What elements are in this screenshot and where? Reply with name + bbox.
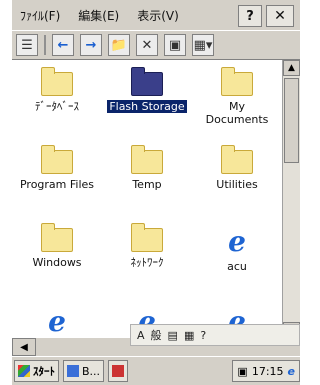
ime-tool-icon[interactable]: ▦ bbox=[184, 329, 194, 342]
item-label: Utilities bbox=[216, 178, 258, 191]
database-folder-icon bbox=[41, 67, 73, 96]
ime-help-icon[interactable]: ? bbox=[200, 329, 206, 342]
list-item[interactable]: Program Files bbox=[17, 145, 97, 191]
list-item[interactable]: Flash Storage bbox=[107, 67, 187, 113]
list-item[interactable]: Utilities bbox=[197, 145, 277, 191]
views-icon[interactable]: ▦▾ bbox=[192, 34, 214, 56]
network-folder-icon bbox=[131, 223, 163, 252]
folder-icon bbox=[41, 223, 73, 252]
ime-dictionary-icon[interactable]: ▤ bbox=[168, 329, 178, 342]
list-item[interactable]: ﾃﾞｰﾀﾍﾞｰｽ bbox=[17, 67, 97, 113]
folder-icon bbox=[131, 145, 163, 174]
view-icon[interactable]: ☰ bbox=[16, 34, 38, 56]
flash-storage-icon bbox=[131, 67, 163, 96]
item-label: Flash Storage bbox=[107, 100, 187, 113]
explorer-window: ﾌｧｲﾙ(F) 編集(E) 表示(V) ? ✕ ☰ ← → 📁 ✕ ▣ ▦▾ ﾃ… bbox=[12, 0, 300, 385]
scroll-up-icon[interactable]: ▲ bbox=[283, 60, 300, 76]
item-label: Program Files bbox=[19, 178, 95, 191]
file-list: ﾃﾞｰﾀﾍﾞｰｽ Flash Storage My Documents Prog… bbox=[12, 60, 282, 338]
item-label: acu bbox=[227, 260, 247, 273]
item-label: Temp bbox=[132, 178, 162, 191]
task-button[interactable] bbox=[108, 360, 129, 382]
properties-icon[interactable]: ▣ bbox=[164, 34, 186, 56]
scroll-thumb[interactable] bbox=[284, 78, 299, 163]
network-icon[interactable]: ▣ bbox=[237, 365, 247, 378]
start-button[interactable]: ｽﾀｰﾄ bbox=[14, 360, 59, 382]
internet-explorer-icon: e bbox=[228, 225, 246, 258]
menu-view[interactable]: 表示(V) bbox=[137, 7, 179, 24]
task-label: B... bbox=[82, 364, 101, 378]
vertical-scrollbar[interactable]: ▲ ▼ bbox=[282, 60, 300, 338]
forward-icon[interactable]: → bbox=[80, 34, 102, 56]
list-item[interactable]: e acu bbox=[197, 225, 277, 274]
ie-tray-icon[interactable]: e bbox=[288, 365, 295, 378]
item-label: ﾈｯﾄﾜｰｸ bbox=[130, 256, 164, 269]
up-folder-icon[interactable]: 📁 bbox=[108, 34, 130, 56]
help-button[interactable]: ? bbox=[238, 5, 262, 27]
ime-mode[interactable]: A bbox=[137, 329, 145, 342]
menu-bar: ﾌｧｲﾙ(F) 編集(E) 表示(V) ? ✕ bbox=[12, 0, 300, 30]
delete-icon[interactable]: ✕ bbox=[136, 34, 158, 56]
ime-toolbar: A 般 ▤ ▦ ? bbox=[130, 324, 300, 346]
toolbar-separator bbox=[44, 35, 46, 55]
item-label: ﾃﾞｰﾀﾍﾞｰｽ bbox=[35, 100, 79, 113]
list-item[interactable]: My Documents bbox=[197, 67, 277, 126]
scroll-left-icon[interactable]: ◀ bbox=[12, 338, 36, 356]
menu-file[interactable]: ﾌｧｲﾙ(F) bbox=[20, 7, 60, 24]
folder-icon bbox=[221, 67, 253, 96]
ime-kana[interactable]: 般 bbox=[151, 327, 162, 343]
taskbar: ｽﾀｰﾄ B... ▣ 17:15 e bbox=[12, 356, 300, 385]
toolbar: ☰ ← → 📁 ✕ ▣ ▦▾ bbox=[12, 30, 300, 60]
system-tray: ▣ 17:15 e bbox=[232, 360, 300, 382]
list-item[interactable]: Windows bbox=[17, 223, 97, 269]
windows-logo-icon bbox=[18, 365, 30, 377]
start-label: ｽﾀｰﾄ bbox=[33, 365, 55, 378]
item-label: My Documents bbox=[205, 100, 269, 126]
explorer-icon bbox=[67, 365, 79, 377]
back-icon[interactable]: ← bbox=[52, 34, 74, 56]
folder-icon bbox=[41, 145, 73, 174]
task-button[interactable]: B... bbox=[63, 360, 105, 382]
clock[interactable]: 17:15 bbox=[252, 365, 284, 378]
menu-edit[interactable]: 編集(E) bbox=[78, 7, 119, 24]
app-icon bbox=[112, 365, 125, 377]
item-label: Windows bbox=[32, 256, 82, 269]
list-item[interactable]: e bbox=[17, 308, 97, 336]
internet-explorer-icon: e bbox=[48, 305, 66, 338]
list-item[interactable]: ﾈｯﾄﾜｰｸ bbox=[107, 223, 187, 269]
list-item[interactable]: Temp bbox=[107, 145, 187, 191]
close-button[interactable]: ✕ bbox=[266, 5, 294, 27]
folder-icon bbox=[221, 145, 253, 174]
